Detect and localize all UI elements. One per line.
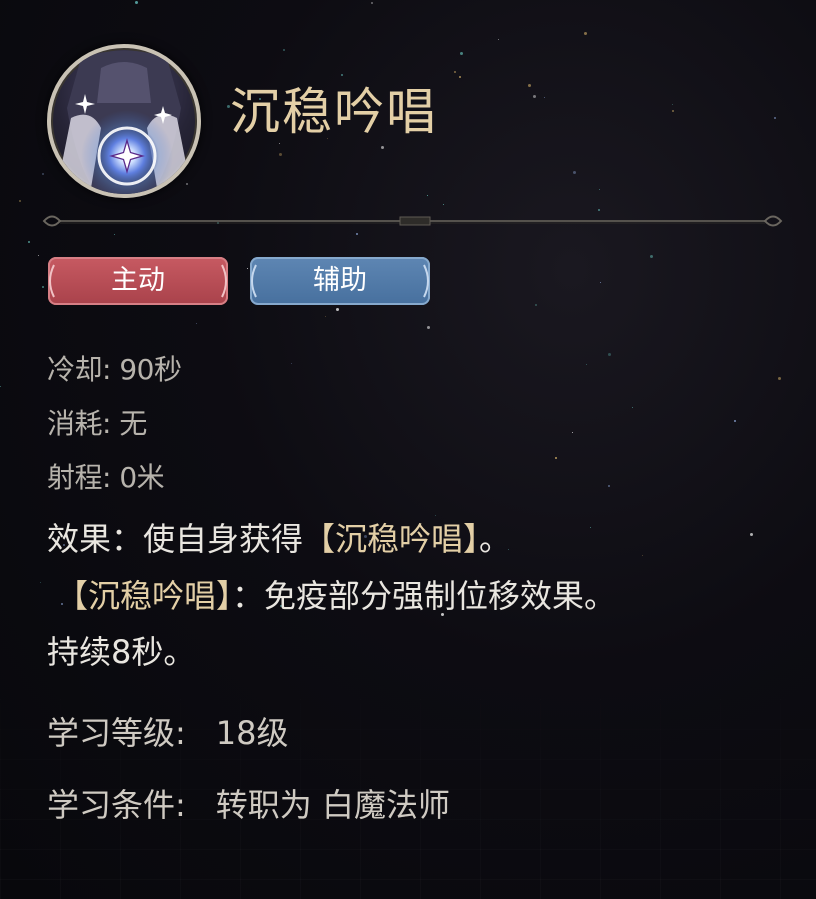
duration-line: 持续8秒。 (47, 633, 196, 671)
star-particle (0, 386, 1, 387)
tag-support-label: 辅助 (313, 265, 367, 296)
effect-suffix: 。 (479, 520, 512, 558)
grid-floor-background (0, 639, 816, 899)
star-particle (454, 71, 456, 73)
tag-ornament-icon (251, 264, 257, 298)
star-particle (672, 104, 673, 105)
learn-level-label: 学习等级: (47, 714, 186, 752)
star-particle (555, 457, 557, 459)
star-particle (19, 200, 21, 202)
ornamental-divider (42, 215, 783, 227)
effect-highlight: 【沉稳吟唱】 (303, 520, 480, 558)
star-particle (443, 204, 444, 205)
star-particle (573, 171, 576, 174)
star-particle (608, 485, 610, 487)
star-particle (381, 146, 384, 149)
star-particle (778, 377, 781, 380)
star-particle (774, 117, 776, 119)
effect-prefix: 效果：使自身获得 (47, 520, 304, 558)
star-particle (38, 255, 39, 256)
star-particle (291, 363, 292, 364)
learn-condition-line: 学习条件: 转职为 白魔法师 (47, 783, 450, 827)
learn-condition-value: 转职为 白魔法师 (215, 786, 450, 824)
star-particle (599, 189, 600, 190)
star-particle (734, 420, 736, 422)
detail-highlight: 【沉稳吟唱】 (56, 577, 233, 615)
effect-line: 效果：使自身获得【沉稳吟唱】。 (47, 517, 511, 561)
skill-title: 沉稳吟唱 (230, 83, 438, 141)
star-particle (584, 32, 587, 35)
skill-tooltip-panel: 沉稳吟唱 主动 辅助 冷却: 90秒 消耗: 无 射程: 0米 效果：使自身获得… (0, 0, 816, 899)
skill-orb-icon (47, 44, 201, 198)
star-particle (42, 173, 44, 175)
star-particle (586, 364, 587, 365)
star-particle (427, 195, 428, 196)
star-particle (427, 326, 430, 329)
star-particle (459, 76, 461, 78)
tag-ornament-icon (423, 264, 429, 298)
star-particle (672, 110, 674, 112)
star-particle (460, 52, 463, 55)
star-particle (572, 432, 573, 433)
star-particle (28, 241, 30, 243)
tag-support: 辅助 (250, 257, 430, 305)
star-particle (135, 1, 138, 4)
star-particle (371, 2, 373, 4)
star-particle (283, 49, 285, 51)
tag-ornament-icon (49, 264, 55, 298)
star-particle (325, 316, 326, 317)
star-particle (544, 97, 545, 98)
star-particle (528, 84, 531, 87)
star-particle (279, 153, 282, 156)
star-particle (632, 407, 633, 408)
stat-cost: 消耗: 无 (47, 407, 147, 440)
learn-level-line: 学习等级: 18级 (47, 711, 289, 755)
learn-condition-label: 学习条件: (47, 786, 186, 824)
stat-cooldown: 冷却: 90秒 (47, 353, 182, 386)
detail-text: ：免疫部分强制位移效果。 (232, 577, 617, 615)
star-particle (533, 95, 536, 98)
star-particle (600, 282, 601, 283)
tag-active-label: 主动 (111, 265, 165, 296)
star-particle (196, 323, 197, 324)
effect-detail-line: 【沉稳吟唱】：免疫部分强制位移效果。 (56, 574, 616, 618)
stat-range: 射程: 0米 (47, 461, 165, 494)
star-particle (608, 353, 611, 356)
star-particle (642, 555, 643, 556)
tag-active: 主动 (48, 257, 228, 305)
star-particle (750, 533, 753, 536)
learn-level-value: 18级 (215, 714, 289, 752)
star-particle (40, 582, 41, 583)
star-particle (279, 143, 280, 144)
star-particle (535, 304, 537, 306)
star-particle (650, 255, 653, 258)
star-particle (435, 515, 436, 516)
star-particle (341, 74, 343, 76)
star-particle (590, 527, 591, 528)
star-particle (336, 308, 339, 311)
star-particle (114, 234, 115, 235)
star-particle (498, 39, 499, 40)
tag-ornament-icon (221, 264, 227, 298)
